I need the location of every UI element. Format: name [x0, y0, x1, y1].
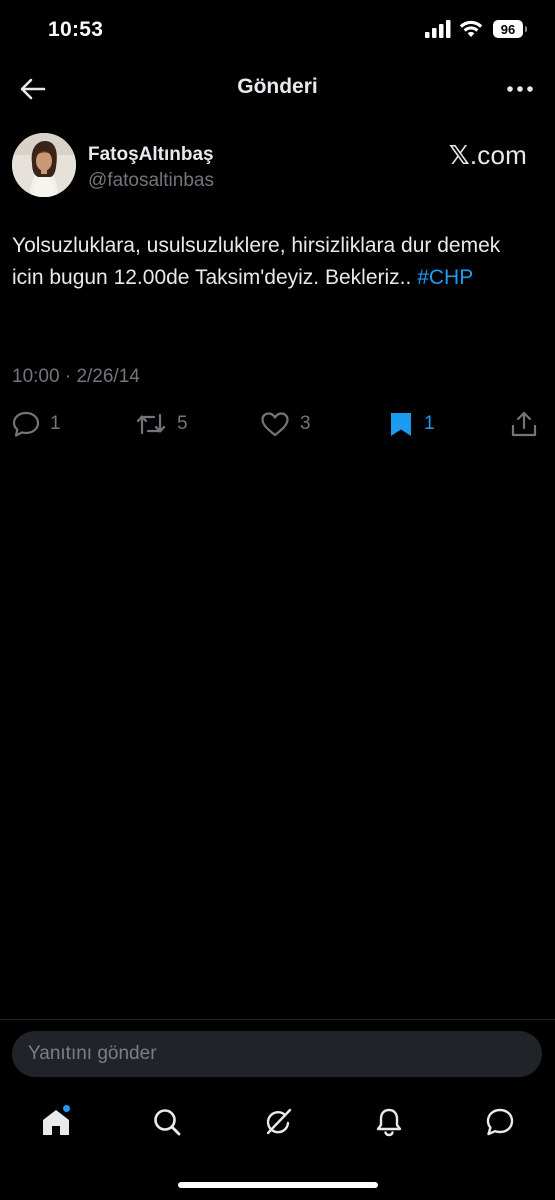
bell-icon [376, 1108, 402, 1137]
more-horizontal-icon [507, 86, 533, 92]
watermark-domain: .com [469, 140, 527, 170]
post-actions: 1 5 3 1 [12, 404, 542, 444]
wifi-icon [459, 20, 483, 37]
tab-search[interactable] [147, 1102, 187, 1142]
reply-button[interactable]: 1 [12, 404, 61, 444]
reply-input[interactable] [12, 1031, 542, 1077]
avatar-image [12, 133, 76, 197]
bookmark-count: 1 [424, 413, 435, 434]
x-logo-icon: 𝕏 [448, 140, 470, 170]
repost-icon [136, 413, 166, 435]
x-watermark: 𝕏.com [449, 140, 527, 171]
bottom-tab-bar [0, 1090, 555, 1154]
share-button[interactable] [510, 404, 538, 444]
post-text: Yolsuzluklara, usulsuzluklere, hirsizlik… [12, 230, 537, 294]
top-navigation: Gönderi [0, 62, 555, 116]
comment-icon [12, 411, 40, 437]
status-time: 10:53 [48, 18, 104, 41]
author-avatar[interactable] [12, 133, 76, 197]
heart-icon [261, 412, 289, 437]
tab-messages[interactable] [480, 1102, 520, 1142]
status-bar: 10:53 96 [0, 0, 555, 62]
tab-home[interactable] [36, 1102, 76, 1142]
search-icon [154, 1109, 181, 1136]
author-name[interactable]: FatoşAltınbaş [88, 144, 214, 166]
more-options-button[interactable] [503, 74, 537, 104]
battery-level: 96 [500, 21, 516, 37]
cellular-signal-icon [425, 20, 451, 38]
author-handle[interactable]: @fatosaltinbas [88, 170, 214, 192]
share-icon [511, 411, 537, 437]
battery-indicator: 96 [493, 20, 527, 38]
post-date: 2/26/14 [76, 366, 140, 387]
post-header: FatoşAltınbaş @fatosaltinbas 𝕏.com [12, 133, 543, 199]
post-time: 10:00 [12, 366, 60, 387]
meta-separator: · [64, 366, 72, 387]
hashtag-link[interactable]: #CHP [417, 266, 473, 289]
grok-icon [266, 1108, 292, 1135]
like-count: 3 [300, 413, 311, 434]
home-indicator[interactable] [178, 1182, 378, 1188]
bookmark-filled-icon [391, 413, 411, 436]
messages-icon [486, 1108, 514, 1136]
page-title: Gönderi [237, 75, 318, 98]
repost-count: 5 [177, 413, 188, 434]
post-timestamp[interactable]: 10:00 · 2/26/14 [12, 366, 140, 388]
repost-button[interactable]: 5 [135, 404, 188, 444]
tab-grok[interactable] [258, 1102, 298, 1142]
home-notification-dot [63, 1105, 70, 1112]
reply-composer [0, 1019, 555, 1090]
like-button[interactable]: 3 [260, 404, 311, 444]
bookmark-button[interactable]: 1 [388, 404, 435, 444]
tab-notifications[interactable] [369, 1102, 409, 1142]
reply-count: 1 [50, 413, 61, 434]
status-icons: 96 [425, 20, 527, 38]
